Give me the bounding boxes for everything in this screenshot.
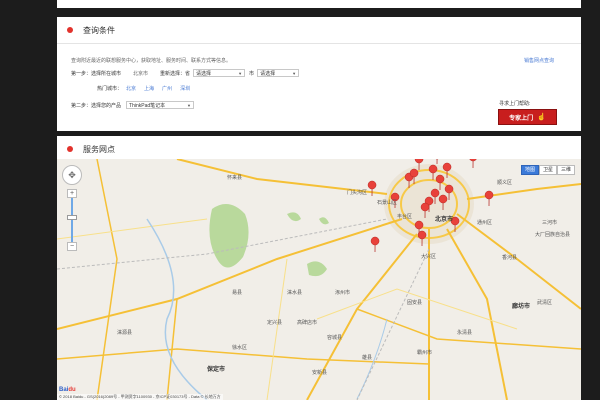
map-zoom-control: + − (67, 189, 77, 251)
map-type-switcher: 地图 卫星 三维 (520, 165, 575, 175)
hot-city-link[interactable]: 北京 (126, 85, 136, 92)
map-type-map[interactable]: 地图 (520, 165, 539, 175)
map-label: 霸州市 (417, 350, 433, 356)
map-label: 武清区 (537, 300, 553, 306)
map-label: 香河县 (502, 255, 518, 261)
map-label: 顺义区 (497, 180, 513, 186)
zoom-slider-handle[interactable] (67, 215, 77, 220)
chevron-down-icon: ▼ (187, 102, 192, 108)
zoom-in-button[interactable]: + (67, 189, 77, 198)
query-panel-title: 查询条件 (83, 25, 115, 35)
help-text: 寻求上门帮助: (499, 101, 531, 107)
map-label: 大兴区 (421, 254, 437, 260)
map-label: 石景山区 (377, 200, 398, 206)
province-select[interactable]: 请选择 ▼ (193, 69, 246, 77)
current-city: 北京市 (133, 70, 149, 77)
hot-cities-row: 热门城市： 北京 上海 广州 深圳 (97, 85, 190, 92)
map-type-3d[interactable]: 三维 (556, 165, 575, 175)
product-select-value: ThinkPad笔记本 (129, 102, 166, 109)
hot-city-link[interactable]: 广州 (162, 85, 172, 92)
map-label: 固安县 (407, 300, 423, 306)
map-type-satellite[interactable]: 卫星 (538, 165, 557, 175)
top-panel-strip (57, 0, 581, 8)
map-label: 大厂回族自治县 (535, 232, 571, 238)
map-label: 通州区 (477, 220, 493, 226)
map-label: 容城县 (327, 335, 343, 341)
service-panel: 服务网点 石景山区 北京市 丰台区 大兴区 涿州市 廊坊市 保定市 固安县 永清… (57, 136, 581, 400)
map-label: 永清县 (457, 330, 473, 336)
city-select-value: 请选择 (260, 70, 276, 77)
query-panel-header: 查询条件 (57, 17, 581, 44)
map-label: 门头沟区 (347, 190, 368, 196)
map-pan-control[interactable]: ✥ (62, 165, 82, 185)
city-label: 市 (249, 70, 255, 77)
map-label: 安新县 (312, 370, 328, 376)
hot-city-link[interactable]: 上海 (144, 85, 154, 92)
map-label: 保定市 (207, 367, 226, 373)
map-label: 徐水区 (232, 345, 248, 351)
chevron-down-icon: ▼ (292, 70, 297, 76)
chevron-down-icon: ▼ (238, 70, 243, 76)
product-select[interactable]: ThinkPad笔记本 ▼ (126, 101, 195, 109)
step2-label: 第二步：选择您的产品 (71, 102, 122, 109)
baidu-logo: Baidu (59, 387, 76, 393)
zoom-slider-track[interactable] (71, 198, 73, 242)
map-label: 高碑店市 (297, 320, 318, 326)
reselect-label: 重新选择：省 (160, 70, 191, 77)
map-copyright: © 2018 Baidu - GS(2016)2089号 - 甲测资字11009… (57, 394, 223, 400)
map-label: 丰台区 (397, 214, 413, 220)
city-select[interactable]: 请选择 ▼ (257, 69, 300, 77)
baidu-map[interactable]: 石景山区 北京市 丰台区 大兴区 涿州市 廊坊市 保定市 固安县 永清县 霸州市… (57, 159, 581, 400)
map-label: 怀来县 (227, 175, 243, 181)
query-description: 查询附近最近的联想服务中心，获取地址、服务时间、联系方式等信息。 (71, 58, 232, 64)
baidu-logo-text: Bai (59, 387, 69, 393)
red-dot-icon (67, 27, 73, 33)
map-label: 涞水县 (287, 290, 303, 296)
red-dot-icon (67, 146, 73, 152)
hot-city-link[interactable]: 深圳 (180, 85, 190, 92)
step2-row: 第二步：选择您的产品 ThinkPad笔记本 ▼ (71, 101, 195, 109)
expert-visit-label: 专家上门 (509, 115, 534, 122)
sales-network-link[interactable]: 销售网点查询 (524, 57, 554, 64)
pan-arrows-icon: ✥ (68, 169, 76, 180)
map-label: 北京市 (435, 217, 454, 223)
hot-cities-label: 热门城市： (97, 86, 123, 92)
map-label: 定兴县 (267, 320, 283, 326)
step1-label: 第一步：选择所在城市 (71, 70, 122, 77)
map-label: 雄县 (362, 355, 373, 361)
zoom-out-button[interactable]: − (67, 242, 77, 251)
map-label: 廊坊市 (512, 304, 531, 310)
baidu-logo-suffix: du (68, 387, 76, 393)
map-label: 易县 (232, 290, 243, 296)
map-canvas (57, 159, 581, 400)
map-label: 涞源县 (117, 330, 133, 336)
step1-row: 第一步：选择所在城市 北京市 重新选择：省 请选择 ▼ 市 请选择 ▼ (71, 69, 300, 77)
province-select-value: 请选择 (196, 70, 212, 77)
service-panel-title: 服务网点 (83, 144, 115, 154)
query-panel: 查询条件 查询附近最近的联想服务中心，获取地址、服务时间、联系方式等信息。 销售… (57, 17, 581, 131)
map-label: 三河市 (542, 220, 558, 226)
expert-visit-button[interactable]: 专家上门 ☝ (498, 109, 557, 125)
hand-cursor-icon: ☝ (537, 114, 546, 121)
map-label: 涿州市 (335, 290, 351, 296)
